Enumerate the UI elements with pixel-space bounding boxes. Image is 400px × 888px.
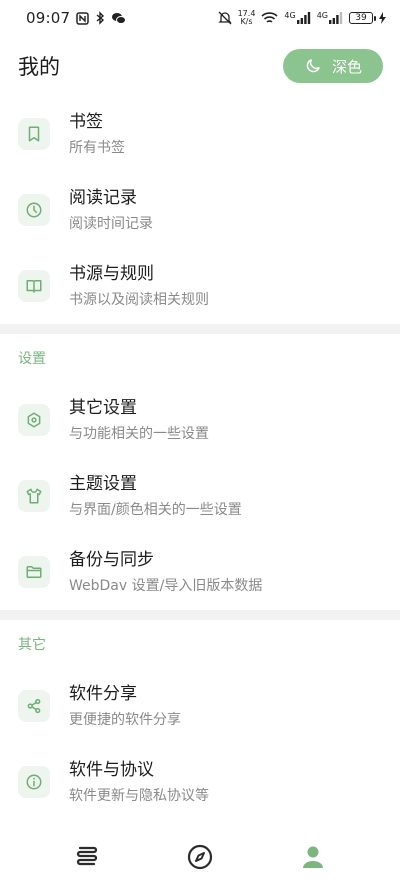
- net-speed: 17.4 K/s: [238, 10, 256, 26]
- share-icon: [27, 698, 41, 714]
- item-icon-box: [18, 480, 50, 512]
- wifi-icon: [261, 11, 278, 23]
- item-title: 书源与规则: [69, 264, 154, 284]
- clock-icon: [26, 202, 42, 218]
- item-icon-box: [18, 404, 50, 436]
- compass-icon: [187, 844, 213, 870]
- info-icon: [26, 774, 42, 790]
- item-icon-box: [18, 766, 50, 798]
- item-icon-box: [18, 118, 50, 150]
- folder-icon: [26, 566, 42, 578]
- signal-1: 4G: [284, 12, 310, 24]
- section-divider: [0, 610, 400, 620]
- nav-discover[interactable]: [180, 837, 220, 877]
- status-time: 09:07: [26, 9, 71, 27]
- item-subtitle: WebDav 设置/导入旧版本数据: [69, 578, 263, 594]
- person-icon: [303, 846, 324, 868]
- item-title: 软件与协议: [69, 760, 154, 780]
- network-type-2: 4G: [316, 11, 328, 20]
- moon-icon: [306, 59, 320, 73]
- bookmark-icon: [28, 126, 40, 142]
- section-divider: [0, 324, 400, 334]
- dark-mode-label: 深色: [331, 57, 362, 76]
- list-item-book-sources[interactable]: 书源与规则 书源以及阅读相关规则: [0, 248, 400, 324]
- bookshelf-icon: [76, 846, 97, 866]
- net-speed-unit: K/s: [240, 17, 253, 26]
- book-open-icon: [26, 280, 42, 293]
- item-title: 软件分享: [69, 684, 137, 704]
- list-item-about-license[interactable]: 软件与协议 软件更新与隐私协议等: [0, 744, 400, 820]
- item-title: 备份与同步: [69, 550, 154, 570]
- item-title: 阅读记录: [69, 188, 137, 208]
- item-icon-box: [18, 690, 50, 722]
- hexagon-settings-icon: [27, 412, 41, 428]
- status-bar: 09:07 17.4 K/s 4G 4G 39: [0, 0, 400, 36]
- list-item-other-settings[interactable]: 其它设置 与功能相关的一些设置: [0, 382, 400, 458]
- item-subtitle: 更便捷的软件分享: [69, 712, 181, 728]
- item-title: 书签: [69, 112, 103, 132]
- bluetooth-icon: [96, 11, 105, 25]
- list-item-reading-history[interactable]: 阅读记录 阅读时间记录: [0, 172, 400, 248]
- signal-bars-icon: [329, 12, 343, 24]
- item-subtitle: 软件更新与隐私协议等: [69, 788, 209, 804]
- item-subtitle: 与界面/颜色相关的一些设置: [69, 502, 242, 518]
- bottom-navigation: [0, 826, 400, 888]
- list-item-theme-settings[interactable]: 主题设置 与界面/颜色相关的一些设置: [0, 458, 400, 534]
- item-subtitle: 书源以及阅读相关规则: [69, 292, 209, 308]
- section-header-other: 其它: [18, 637, 46, 653]
- battery-level: 39: [355, 13, 367, 23]
- nfc-icon: [76, 11, 89, 25]
- item-subtitle: 与功能相关的一些设置: [69, 426, 209, 442]
- network-type-1: 4G: [284, 11, 296, 20]
- shirt-icon: [26, 488, 42, 504]
- signal-2: 4G: [317, 12, 343, 24]
- battery-indicator: 39: [349, 12, 376, 24]
- section-header-settings: 设置: [18, 351, 46, 367]
- page-header: 我的 深色: [0, 38, 400, 94]
- page-title: 我的: [18, 55, 60, 79]
- item-subtitle: 阅读时间记录: [69, 216, 153, 232]
- item-title: 主题设置: [69, 474, 137, 494]
- list-item-share-app[interactable]: 软件分享 更便捷的软件分享: [0, 668, 400, 744]
- item-title: 其它设置: [69, 398, 137, 418]
- signal-bars-icon: [296, 12, 310, 24]
- dark-mode-button[interactable]: 深色: [283, 49, 383, 83]
- nav-bookshelf[interactable]: [67, 837, 107, 877]
- list-item-backup-sync[interactable]: 备份与同步 WebDav 设置/导入旧版本数据: [0, 534, 400, 610]
- charging-bolt-icon: [379, 12, 386, 24]
- item-icon-box: [18, 556, 50, 588]
- item-icon-box: [18, 194, 50, 226]
- item-icon-box: [18, 270, 50, 302]
- item-subtitle: 所有书签: [69, 140, 125, 156]
- menu-list: 书签 所有书签 阅读记录 阅读时间记录 书源与规则 书源以及阅读相关规则 设置 …: [0, 96, 400, 820]
- wechat-icon: [112, 12, 127, 24]
- mute-bell-icon: [218, 11, 232, 25]
- nav-mine[interactable]: [293, 837, 333, 877]
- list-item-bookmarks[interactable]: 书签 所有书签: [0, 96, 400, 172]
